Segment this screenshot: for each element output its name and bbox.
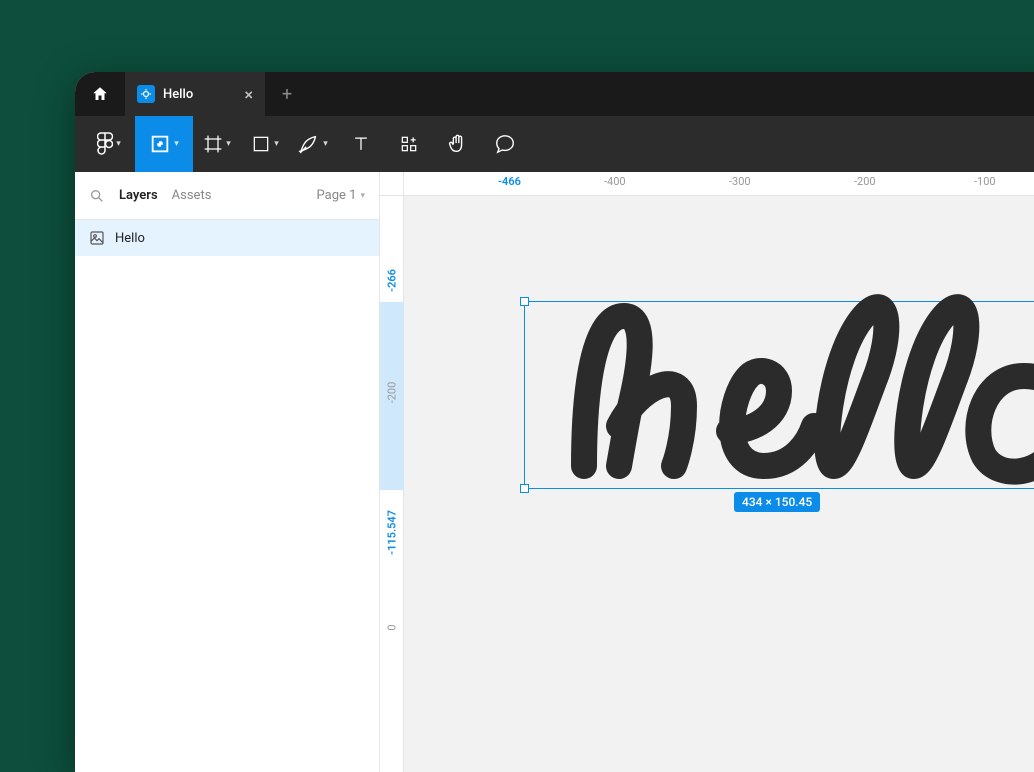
comment-tool[interactable] (481, 116, 529, 172)
layers-tab[interactable]: Layers (119, 188, 158, 203)
hand-icon (446, 133, 468, 155)
dimensions-label: 434 × 150.45 (734, 492, 820, 512)
close-icon[interactable]: × (244, 85, 253, 104)
pen-icon (298, 133, 320, 155)
chevron-down-icon: ▾ (323, 139, 328, 149)
horizontal-ruler[interactable]: -466 -400 -300 -200 -100 (404, 172, 1034, 196)
chevron-down-icon: ▾ (360, 191, 365, 201)
ruler-tick: -300 (729, 175, 751, 188)
text-tool[interactable] (337, 116, 385, 172)
ruler-corner (380, 172, 404, 196)
canvas[interactable]: 434 × 150.45 (404, 196, 1034, 772)
main-area: Layers Assets Page 1 ▾ Hello -466 -400 -… (75, 172, 1034, 772)
resources-icon (399, 134, 419, 154)
left-panel: Layers Assets Page 1 ▾ Hello (75, 172, 380, 772)
resize-handle-bl[interactable] (520, 484, 529, 493)
frame-tool[interactable]: ▾ (193, 116, 241, 172)
search-icon[interactable] (89, 188, 105, 204)
ruler-tick-selected: -466 (498, 175, 521, 188)
canvas-area: -466 -400 -300 -200 -100 -266 -200 -115.… (380, 172, 1034, 772)
assets-tab[interactable]: Assets (172, 188, 212, 203)
figma-logo-icon (97, 132, 113, 156)
tab-bar: Hello × + (75, 72, 1034, 116)
ruler-tick: -400 (604, 175, 626, 188)
new-tab-button[interactable]: + (265, 72, 309, 116)
resources-tool[interactable] (385, 116, 433, 172)
rectangle-icon (251, 134, 271, 154)
ruler-tick: -200 (854, 175, 876, 188)
image-icon (89, 230, 105, 246)
toolbar: ▾ ▾ ▾ ▾ ▾ (75, 116, 1034, 172)
chevron-down-icon: ▾ (174, 139, 179, 149)
right-tool[interactable] (1023, 116, 1034, 172)
ruler-tick-selected: -115.547 (385, 510, 398, 555)
ruler-tick-selected: -266 (385, 269, 398, 292)
ruler-tick: -200 (385, 382, 398, 404)
ruler-tick: -100 (974, 175, 996, 188)
text-icon (351, 134, 371, 154)
chevron-down-icon: ▾ (226, 139, 231, 149)
chevron-down-icon: ▾ (116, 139, 121, 149)
hand-tool[interactable] (433, 116, 481, 172)
hello-image[interactable] (554, 291, 1034, 491)
panel-header: Layers Assets Page 1 ▾ (75, 172, 379, 220)
ruler-tick: 0 (385, 624, 398, 630)
layer-name: Hello (115, 231, 145, 246)
file-tab-hello[interactable]: Hello × (125, 72, 265, 116)
scale-tool[interactable]: ▾ (135, 116, 193, 172)
file-tab-title: Hello (163, 87, 193, 102)
figma-window: Hello × + ▾ ▾ ▾ ▾ ▾ (75, 72, 1034, 772)
comment-icon (494, 133, 516, 155)
vertical-ruler[interactable]: -266 -200 -115.547 0 (380, 196, 404, 772)
page-label: Page 1 (317, 188, 357, 203)
shape-tool[interactable]: ▾ (241, 116, 289, 172)
home-tab[interactable] (75, 72, 125, 116)
page-selector[interactable]: Page 1 ▾ (317, 188, 365, 203)
main-menu-button[interactable]: ▾ (83, 116, 135, 172)
scale-icon (149, 133, 171, 155)
frame-icon (203, 134, 223, 154)
chevron-down-icon: ▾ (274, 139, 279, 149)
home-icon (91, 85, 109, 103)
file-icon (137, 85, 155, 103)
resize-handle-tl[interactable] (520, 297, 529, 306)
pen-tool[interactable]: ▾ (289, 116, 337, 172)
layer-row[interactable]: Hello (75, 220, 379, 256)
